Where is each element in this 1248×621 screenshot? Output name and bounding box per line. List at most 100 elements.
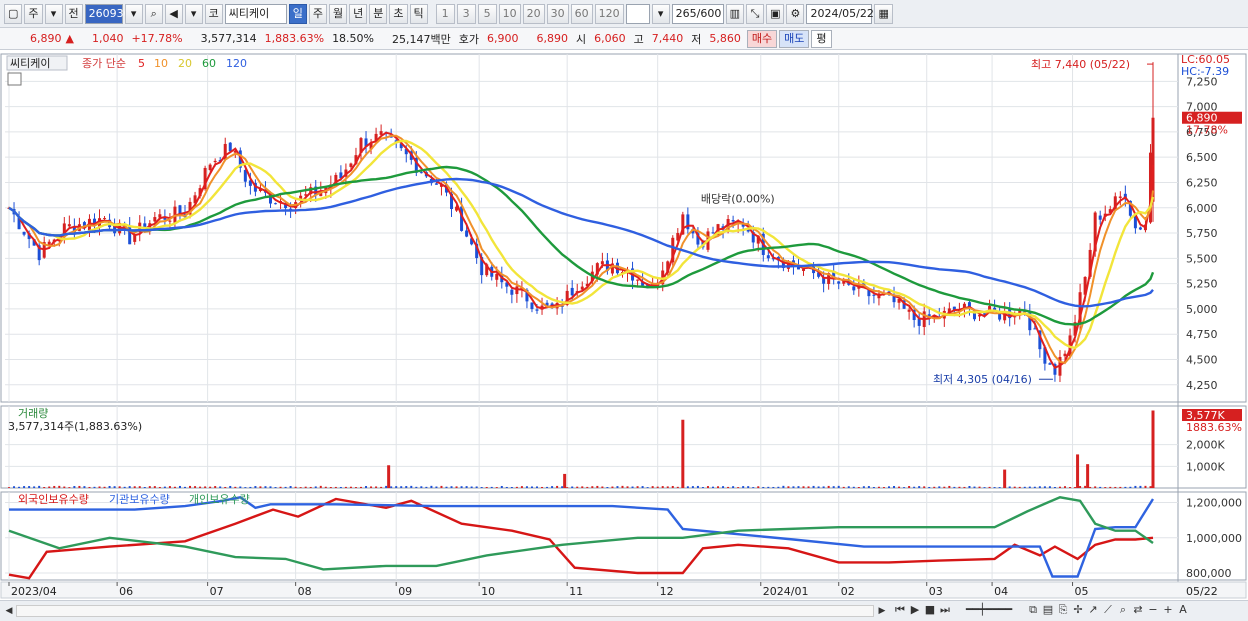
zoom-slider[interactable]: ━━┿━━━━ <box>954 603 1024 617</box>
draw-tool-icon[interactable]: ⤡ <box>746 3 765 24</box>
candle-body <box>636 279 640 281</box>
interval-1[interactable]: 1 <box>435 3 455 24</box>
volume-bar <box>334 486 337 488</box>
code-dropdown-icon[interactable]: ▾ <box>124 3 143 24</box>
trend-icon[interactable]: ↗ <box>1087 603 1099 617</box>
period-week[interactable]: 주 <box>308 3 328 24</box>
scroll-track[interactable] <box>16 605 874 617</box>
interval-60[interactable]: 60 <box>570 3 593 24</box>
volume-bar <box>1048 486 1051 488</box>
period-tick[interactable]: 틱 <box>409 3 428 24</box>
tab-prev[interactable]: 전 <box>64 3 83 24</box>
evaluation-button[interactable]: 평 <box>811 29 832 48</box>
sell-button[interactable]: 매도 <box>779 29 810 48</box>
period-month[interactable]: 월 <box>329 3 348 24</box>
period-year[interactable]: 년 <box>349 3 368 24</box>
volume-bar <box>1114 486 1117 488</box>
interval-20[interactable]: 20 <box>522 3 545 24</box>
volume-bar <box>425 486 428 488</box>
hc-label: HC:-7.39 <box>1181 65 1229 78</box>
volume-value-label: 3,577,314주(1,883.63%) <box>8 420 142 433</box>
date-tick-label: 05 <box>1075 585 1089 598</box>
zoom-in-icon[interactable]: + <box>1162 603 1174 617</box>
interval-120[interactable]: 120 <box>594 3 624 24</box>
speaker-icon[interactable]: ◀ <box>164 3 183 24</box>
interval-3[interactable]: 3 <box>456 3 476 24</box>
zoom-out-icon[interactable]: − <box>1147 603 1159 617</box>
window-split-icon[interactable]: ⧉ <box>1027 603 1039 617</box>
draw-line-icon[interactable]: ⟋ <box>1102 603 1114 617</box>
volume-bar <box>1149 486 1152 488</box>
price-tick-label: 6,500 <box>1186 151 1218 164</box>
stock-chart[interactable]: 4,250 4,500 4,750 5,000 5,250 5,500 5,750 6,000… <box>0 50 1248 600</box>
volume-bar <box>33 486 36 488</box>
volume-bar <box>1069 487 1072 488</box>
data-count-input[interactable]: 265/600 <box>671 3 724 24</box>
date-tick-label: 03 <box>929 585 943 598</box>
gear-icon[interactable]: ⚙ <box>786 3 805 24</box>
volume-bar <box>480 487 483 488</box>
candle-body <box>465 230 469 237</box>
period-second[interactable]: 초 <box>389 3 408 24</box>
price-tick-label: 6,250 <box>1186 176 1218 189</box>
volume-bar <box>606 486 609 488</box>
interval-30[interactable]: 30 <box>546 3 569 24</box>
volume-bar <box>1134 485 1137 488</box>
link-icon[interactable]: ⇄ <box>1132 603 1144 617</box>
volume-bar <box>279 486 282 488</box>
date-input[interactable]: 2024/05/22 <box>806 3 874 24</box>
stop-icon[interactable]: ■ <box>924 603 936 617</box>
dropdown-arrow-icon[interactable]: ▾ <box>44 3 63 24</box>
last-page-icon[interactable]: ⏭ <box>939 603 951 617</box>
volume-bar <box>877 486 880 488</box>
save-icon[interactable]: ▣ <box>766 3 785 24</box>
volume-bar <box>792 486 795 488</box>
stock-code-input[interactable]: 260930 <box>84 3 131 24</box>
interval-dropdown-icon[interactable]: ▾ <box>651 3 670 24</box>
open-price: 6,060 <box>594 32 626 45</box>
window-icon[interactable]: ▢ <box>4 3 23 24</box>
stock-name-field[interactable]: 씨티케이 <box>224 3 287 24</box>
low-annotation: 최저 4,305 (04/16) <box>933 373 1032 386</box>
interval-10[interactable]: 10 <box>498 3 521 24</box>
layout-icon[interactable]: ▤ <box>1042 603 1054 617</box>
volume-bar <box>229 485 232 488</box>
crosshair-icon[interactable]: ✢ <box>1072 603 1084 617</box>
volume-spike-bar <box>563 473 567 488</box>
volume-bar <box>344 486 347 488</box>
volume-bar <box>656 486 659 488</box>
search-icon[interactable]: ⌕ <box>144 3 163 24</box>
prev-next-icon[interactable]: ▾ <box>184 3 203 24</box>
volume-bar <box>787 486 790 488</box>
volume-bar <box>380 486 383 488</box>
font-size-icon[interactable]: A <box>1177 603 1189 617</box>
copy-icon[interactable]: ⎘ <box>1057 603 1069 617</box>
interval-5[interactable]: 5 <box>477 3 497 24</box>
volume-bar <box>319 485 322 488</box>
volume-bar <box>219 486 222 488</box>
volume-spike-bar <box>1076 454 1080 488</box>
scroll-right-icon[interactable]: ▶ <box>876 605 888 617</box>
period-day[interactable]: 일 <box>288 3 307 24</box>
play-icon[interactable]: ▶ <box>909 603 921 617</box>
buy-button[interactable]: 매수 <box>746 29 778 48</box>
volume-bar <box>696 485 699 488</box>
chart-type-icon[interactable]: ▥ <box>725 3 745 24</box>
custom-interval-input[interactable] <box>625 3 650 24</box>
calendar-icon[interactable]: ▦ <box>874 3 893 24</box>
candle-body <box>153 217 157 222</box>
volume-bar <box>596 485 599 488</box>
tab-stock[interactable]: 주 <box>24 3 43 24</box>
high-label: 고 <box>633 32 644 46</box>
period-minute[interactable]: 분 <box>369 3 388 24</box>
volume-bar <box>294 486 297 488</box>
market-badge[interactable]: 코 <box>204 3 223 24</box>
first-page-icon[interactable]: ⏮ <box>894 603 906 617</box>
scroll-left-icon[interactable]: ◀ <box>3 605 15 617</box>
volume-bar <box>556 485 559 488</box>
volume-bar <box>450 486 453 488</box>
volume-bar <box>354 487 357 488</box>
magnify-icon[interactable]: ⌕ <box>1117 603 1129 617</box>
bottom-scrollbar[interactable]: ◀ ▶ ⏮ ▶ ■ ⏭ ━━┿━━━━ ⧉ ▤ ⎘ ✢ ↗ ⟋ ⌕ ⇄ − + … <box>0 600 1248 621</box>
volume-spike-bar <box>387 465 391 488</box>
